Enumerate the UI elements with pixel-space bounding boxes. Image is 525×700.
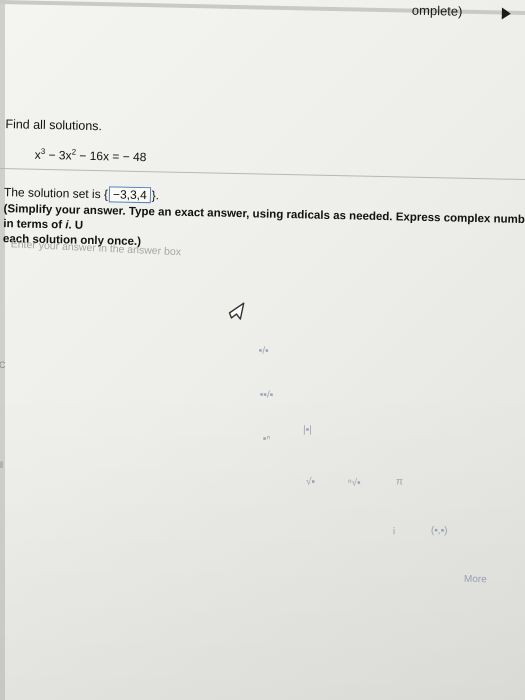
interval-icon[interactable]: (▪,▪) bbox=[431, 525, 448, 536]
status-area: omplete) bbox=[411, 2, 512, 20]
equation-mid: − 3x bbox=[45, 147, 72, 163]
content: omplete) Find all solutions. x3 − 3x2 − … bbox=[0, 0, 525, 700]
absolute-value-icon[interactable]: |▪| bbox=[303, 424, 312, 435]
mixed-number-icon[interactable]: ▪▪/▪ bbox=[260, 390, 274, 401]
math-toolbar: ▪/▪ ▪▪/▪ ▪ⁿ |▪| √▪ ⁿ√▪ π i (▪,▪) More bbox=[253, 345, 509, 640]
section-divider bbox=[0, 167, 525, 181]
instructions-line1-end: . U bbox=[68, 219, 84, 232]
solution-suffix: }. bbox=[151, 188, 160, 203]
screen: C ll omplete) Find all solutions. x3 − 3… bbox=[0, 0, 525, 700]
imaginary-unit-icon[interactable]: i bbox=[393, 526, 395, 537]
exponent-icon[interactable]: ▪ⁿ bbox=[263, 434, 270, 445]
status-text: omplete) bbox=[411, 2, 463, 19]
square-root-icon[interactable]: √▪ bbox=[306, 477, 315, 488]
next-arrow-icon[interactable] bbox=[501, 7, 512, 20]
mouse-pointer-icon bbox=[228, 302, 245, 320]
question-prompt: Find all solutions. bbox=[5, 117, 103, 134]
solution-prefix: The solution set is { bbox=[3, 185, 109, 202]
answer-input[interactable]: −3,3,4 bbox=[108, 186, 151, 204]
more-icon[interactable]: More bbox=[464, 574, 487, 585]
fraction-icon[interactable]: ▪/▪ bbox=[259, 345, 269, 356]
pi-icon[interactable]: π bbox=[396, 476, 403, 487]
equation-tail: − 16x = − 48 bbox=[75, 148, 147, 165]
equation: x3 − 3x2 − 16x = − 48 bbox=[35, 147, 147, 164]
solution-line: The solution set is {−3,3,4}. bbox=[3, 184, 160, 204]
nth-root-icon[interactable]: ⁿ√▪ bbox=[348, 477, 361, 488]
